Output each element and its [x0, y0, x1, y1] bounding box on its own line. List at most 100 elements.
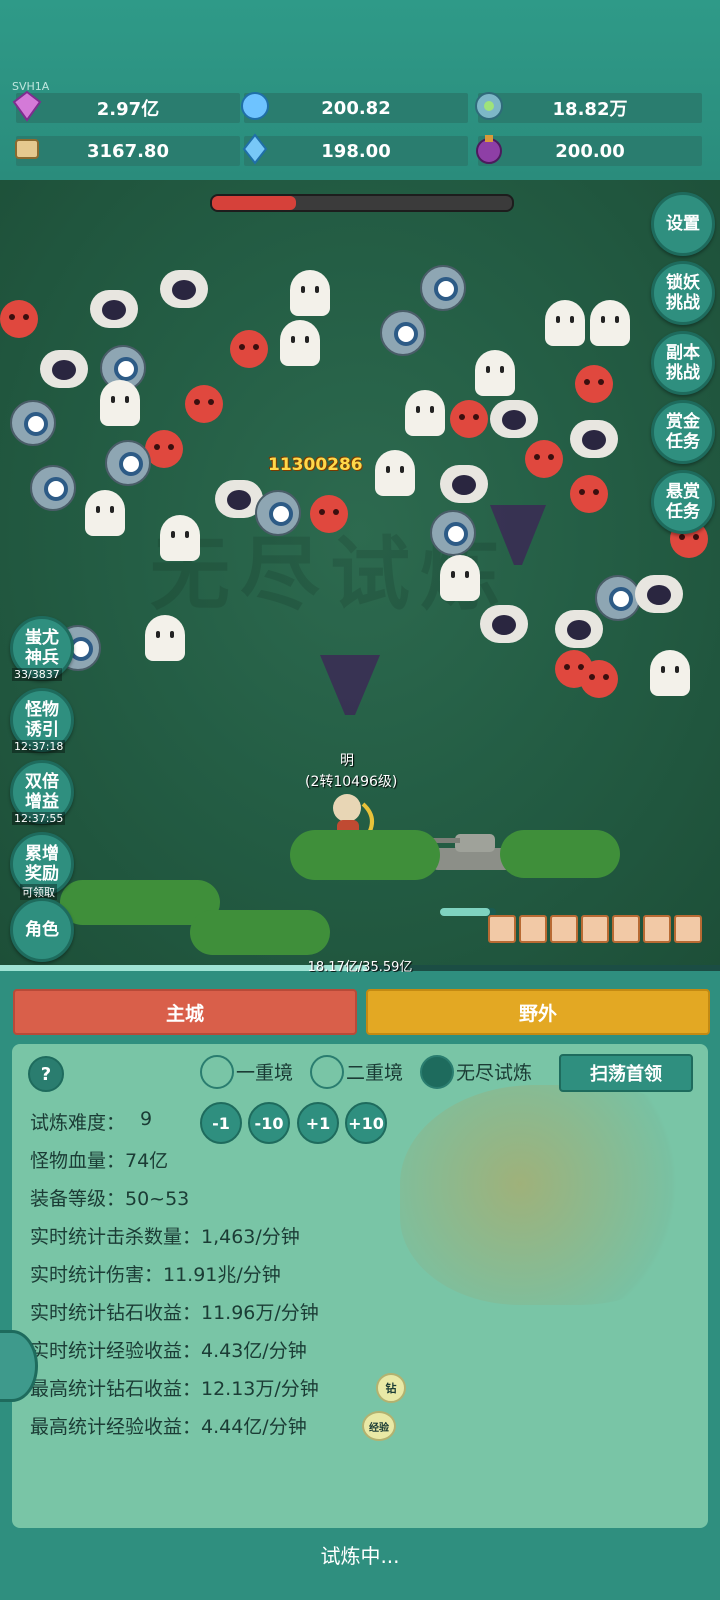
tiger-illustration — [400, 1085, 700, 1305]
fish-monster — [10, 400, 56, 446]
skill-icon[interactable] — [519, 915, 547, 943]
sheep-monster — [555, 610, 603, 648]
mode-label-2[interactable]: 二重境 — [346, 1058, 403, 1085]
ghost-monster — [440, 555, 480, 601]
hero-name: 明 — [340, 753, 354, 769]
stat-equip-level: 装备等级：50~53 — [30, 1188, 190, 1210]
sheep-monster — [40, 350, 88, 388]
ghost-monster — [290, 270, 330, 316]
resource-diamond: 2.97亿 — [12, 90, 240, 123]
stat-exp-income: 实时统计经验收益：4.43亿/分钟 — [30, 1340, 307, 1362]
fish-monster — [430, 510, 476, 556]
help-button[interactable]: ? — [28, 1056, 64, 1092]
skill-icon[interactable] — [643, 915, 671, 943]
potion-icon — [476, 135, 502, 164]
tornado-effect — [320, 655, 380, 715]
red-monster — [310, 495, 348, 533]
resource-value: 3167.80 — [87, 140, 169, 162]
trial-status: 试炼中... — [320, 1544, 400, 1568]
boss-hp-fill — [212, 196, 296, 210]
difficulty-minus-10-button[interactable]: -10 — [248, 1102, 290, 1144]
sheep-monster — [480, 605, 528, 643]
lure-timer: 12:37:18 — [12, 740, 66, 753]
stat-max-exp-income: 最高统计经验收益：4.44亿/分钟 — [30, 1416, 307, 1438]
stat-diamond-income: 实时统计钻石收益：11.96万/分钟 — [30, 1302, 319, 1324]
difficulty-value: 9 — [140, 1108, 153, 1130]
red-monster — [230, 330, 268, 368]
resource-value: 18.82万 — [552, 99, 628, 120]
red-monster — [570, 475, 608, 513]
double-timer: 12:37:55 — [12, 812, 66, 825]
chiyou-progress: 33/3837 — [12, 668, 62, 681]
role-button[interactable]: 角色 — [10, 898, 74, 962]
fish-monster — [380, 310, 426, 356]
bush — [190, 910, 330, 955]
mode-radio-2[interactable] — [310, 1055, 344, 1089]
sheep-monster — [635, 575, 683, 613]
ghost-monster — [650, 650, 690, 696]
fish-monster — [30, 465, 76, 511]
mode-label-1[interactable]: 一重境 — [236, 1058, 293, 1085]
difficulty-plus-10-button[interactable]: +10 — [345, 1102, 387, 1144]
skill-icon[interactable] — [581, 915, 609, 943]
sheep-monster — [440, 465, 488, 503]
field-tab[interactable]: 野外 — [366, 989, 710, 1035]
damage-number: 11300286 — [268, 455, 363, 475]
ghost-monster — [160, 515, 200, 561]
scroll-icon — [15, 139, 39, 159]
skill-icon[interactable] — [550, 915, 578, 943]
skill-icon[interactable] — [488, 915, 516, 943]
bush — [500, 830, 620, 878]
settings-button[interactable]: 设置 — [651, 192, 715, 256]
stat-damage: 实时统计伤害：11.91兆/分钟 — [30, 1264, 281, 1286]
diamond-icon — [12, 90, 42, 122]
fish-monster — [595, 575, 641, 621]
difficulty-label: 试炼难度： — [30, 1112, 126, 1134]
red-monster — [575, 365, 613, 403]
resource-value: 198.00 — [321, 140, 391, 162]
shard-icon — [242, 133, 268, 165]
tank-hp-fill — [440, 908, 491, 916]
exp-badge-icon: 经验 — [362, 1411, 396, 1441]
ghost-monster — [375, 450, 415, 496]
red-monster — [525, 440, 563, 478]
dungeon-challenge-button[interactable]: 副本 挑战 — [651, 331, 715, 395]
resource-value: 2.97亿 — [96, 99, 160, 120]
skill-icon[interactable] — [674, 915, 702, 943]
resource-value: 200.00 — [555, 140, 625, 162]
mode-label-3[interactable]: 无尽试炼 — [456, 1058, 532, 1085]
resource-crystal: 200.82 — [241, 92, 468, 123]
skill-bar — [488, 915, 702, 943]
bush — [290, 830, 440, 880]
fish-monster — [105, 440, 151, 486]
resource-shard: 198.00 — [242, 133, 468, 166]
ghost-monster — [145, 615, 185, 661]
mode-radio-3[interactable] — [420, 1055, 454, 1089]
ghost-monster — [405, 390, 445, 436]
lock-demon-challenge-button[interactable]: 锁妖 挑战 — [651, 261, 715, 325]
skill-icon[interactable] — [612, 915, 640, 943]
sweep-boss-button[interactable]: 扫荡首领 — [559, 1054, 693, 1092]
main-city-tab[interactable]: 主城 — [13, 989, 357, 1035]
ghost-monster — [85, 490, 125, 536]
fish-monster — [255, 490, 301, 536]
resource-value: 200.82 — [321, 97, 391, 119]
difficulty-plus-1-button[interactable]: +1 — [297, 1102, 339, 1144]
difficulty-minus-1-button[interactable]: -1 — [200, 1102, 242, 1144]
gold-task-button[interactable]: 赏金 任务 — [651, 400, 715, 464]
red-monster — [0, 300, 38, 338]
sheep-monster — [160, 270, 208, 308]
resource-scroll: 3167.80 — [15, 136, 240, 166]
tornado-effect — [490, 505, 546, 565]
boss-hp-bar — [210, 194, 514, 212]
stat-max-diamond-income: 最高统计钻石收益：12.13万/分钟 — [30, 1378, 319, 1400]
red-monster — [580, 660, 618, 698]
orb-icon — [475, 92, 503, 120]
battlefield[interactable]: 无尽试炼 11300286 明 (2转10496级) — [0, 180, 720, 965]
bounty-task-button[interactable]: 悬赏 任务 — [651, 470, 715, 534]
mode-radio-1[interactable] — [200, 1055, 234, 1089]
red-monster — [185, 385, 223, 423]
ghost-monster — [280, 320, 320, 366]
ghost-monster — [100, 380, 140, 426]
fish-monster — [420, 265, 466, 311]
